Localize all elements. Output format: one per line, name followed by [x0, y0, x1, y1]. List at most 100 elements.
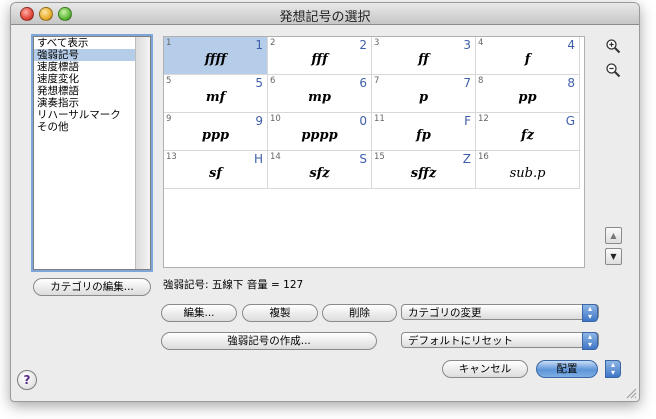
- cell-number: 14: [270, 152, 281, 162]
- help-button[interactable]: ?: [17, 370, 37, 390]
- dialog-window: 発想記号の選択 すべて表示 強弱記号 速度標語 速度変化 発想標語 演奏指示 リハーサルマー…: [10, 2, 640, 402]
- cell-expression-symbol: sfz: [309, 166, 330, 181]
- category-item[interactable]: 発想標語: [34, 85, 137, 97]
- cell-shortcut-key: 4: [567, 38, 575, 52]
- expression-cell[interactable]: 3 3 ff: [372, 37, 476, 75]
- create-expression-button[interactable]: 強弱記号の作成...: [161, 332, 377, 350]
- cell-expression-symbol: fz: [521, 128, 534, 143]
- place-button[interactable]: 配置: [536, 360, 598, 378]
- category-list[interactable]: すべて表示 強弱記号 速度標語 速度変化 発想標語 演奏指示 リハーサルマーク その他: [33, 36, 151, 270]
- cell-shortcut-key: 5: [255, 76, 263, 90]
- cell-expression-symbol: fff: [311, 52, 328, 67]
- cell-number: 15: [374, 152, 385, 162]
- cell-expression-symbol: ff: [418, 52, 429, 67]
- cancel-button[interactable]: キャンセル: [442, 360, 528, 378]
- cell-number: 11: [374, 114, 385, 124]
- cell-number: 5: [166, 76, 172, 86]
- expression-cell[interactable]: 15 Zsffz: [372, 151, 476, 189]
- cell-shortcut-key: 3: [463, 38, 471, 52]
- delete-button[interactable]: 削除: [322, 304, 397, 322]
- expression-cell[interactable]: 11 Ffp: [372, 113, 476, 151]
- popup-arrows-icon: ▴ ▾: [605, 360, 621, 378]
- cell-expression-symbol: pp: [518, 90, 537, 105]
- expression-cell[interactable]: 13 Hsf: [164, 151, 268, 189]
- cell-number: 8: [478, 76, 484, 86]
- cell-expression-symbol: pppp: [301, 128, 338, 143]
- cell-shortcut-key: 0: [359, 114, 367, 128]
- cell-number: 12: [478, 114, 489, 124]
- cell-number: 1: [166, 38, 172, 48]
- cell-number: 7: [374, 76, 380, 86]
- category-list-scrollbar[interactable]: [135, 37, 150, 269]
- cell-shortcut-key: 2: [359, 38, 367, 52]
- expression-cell[interactable]: 6 6 mp: [268, 75, 372, 113]
- category-item[interactable]: 強弱記号: [34, 49, 137, 61]
- cell-expression-symbol: p: [418, 90, 429, 105]
- change-category-label: カテゴリの変更: [408, 307, 482, 319]
- cell-expression-symbol: sf: [209, 166, 222, 181]
- duplicate-button[interactable]: 複製: [242, 304, 318, 322]
- cell-shortcut-key: H: [253, 152, 263, 166]
- popup-arrows-icon: ▴ ▾: [582, 304, 598, 322]
- expression-cell[interactable]: 9 9 ppp: [164, 113, 268, 151]
- cell-shortcut-key: F: [464, 114, 471, 128]
- category-item[interactable]: その他: [34, 121, 137, 133]
- scroll-up-button[interactable]: ▲: [605, 227, 622, 244]
- cell-number: 2: [270, 38, 276, 48]
- reset-popup[interactable]: デフォルトにリセット ▴ ▾: [401, 332, 599, 350]
- cell-number: 9: [166, 114, 172, 124]
- expression-cell[interactable]: 16 sub.p: [476, 151, 580, 189]
- title-bar: 発想記号の選択: [11, 3, 639, 25]
- cell-number: 6: [270, 76, 276, 86]
- window-title: 発想記号の選択: [279, 10, 371, 25]
- scroll-down-button[interactable]: ▼: [605, 248, 622, 265]
- cell-number: 10: [270, 114, 281, 124]
- edit-category-button[interactable]: カテゴリの編集...: [33, 278, 151, 296]
- cell-shortcut-key: G: [565, 114, 575, 128]
- category-item[interactable]: リハーサルマーク: [34, 109, 137, 121]
- expression-cell[interactable]: 1 1 ffff: [164, 37, 268, 75]
- chevron-up-icon: ▲: [610, 231, 617, 240]
- selection-status: 強弱記号: 五線下 音量 = 127: [163, 279, 304, 291]
- cell-expression-symbol: f: [524, 52, 531, 67]
- category-item[interactable]: すべて表示: [34, 37, 137, 49]
- zoom-in-icon[interactable]: [605, 38, 621, 54]
- expression-cell[interactable]: 14 Ssfz: [268, 151, 372, 189]
- cell-number: 4: [478, 38, 484, 48]
- expression-cell[interactable]: 4 4 f: [476, 37, 580, 75]
- reset-label: デフォルトにリセット: [408, 335, 513, 347]
- category-item[interactable]: 速度標語: [34, 61, 137, 73]
- cell-expression-symbol: mf: [205, 90, 226, 105]
- expression-cell[interactable]: 8 8 pp: [476, 75, 580, 113]
- chevron-down-icon: ▼: [610, 252, 617, 261]
- popup-arrows-icon: ▴ ▾: [582, 332, 598, 350]
- cell-shortcut-key: 1: [255, 38, 263, 52]
- cell-shortcut-key: 8: [567, 76, 575, 90]
- edit-button[interactable]: 編集...: [161, 304, 237, 322]
- cell-expression-symbol: ppp: [201, 128, 230, 143]
- expression-cell[interactable]: 5 5 mf: [164, 75, 268, 113]
- cell-shortcut-key: 9: [255, 114, 263, 128]
- cell-number: 16: [478, 152, 489, 162]
- category-item[interactable]: 演奏指示: [34, 97, 137, 109]
- cell-shortcut-key: Z: [462, 152, 471, 166]
- cell-shortcut-key: 7: [463, 76, 471, 90]
- expression-cell[interactable]: 12 Gfz: [476, 113, 580, 151]
- cell-expression-symbol: fp: [416, 128, 431, 143]
- resize-grip-icon[interactable]: [625, 387, 637, 399]
- cell-shortcut-key: 6: [359, 76, 367, 90]
- place-options-popup[interactable]: ▴ ▾: [605, 360, 621, 378]
- expression-cell[interactable]: 7 7 p: [372, 75, 476, 113]
- expression-grid: 1 1 ffff 2 2 fff 3 3 ff 4 4 f 5 5 mf 6 6 mp 7 7 p 8 8 pp 9 9 ppp 10…: [163, 36, 585, 268]
- cell-shortcut-key: S: [359, 152, 367, 166]
- change-category-popup[interactable]: カテゴリの変更 ▴ ▾: [401, 304, 599, 322]
- cell-expression-symbol: sffz: [410, 166, 437, 181]
- expression-cell[interactable]: 2 2 fff: [268, 37, 372, 75]
- cell-number: 13: [166, 152, 177, 162]
- cell-expression-symbol: ffff: [204, 52, 227, 67]
- cell-number: 3: [374, 38, 380, 48]
- expression-cell[interactable]: 10 0 pppp: [268, 113, 372, 151]
- cell-expression-symbol: sub.p: [509, 166, 546, 181]
- zoom-out-icon[interactable]: [605, 62, 621, 78]
- category-item[interactable]: 速度変化: [34, 73, 137, 85]
